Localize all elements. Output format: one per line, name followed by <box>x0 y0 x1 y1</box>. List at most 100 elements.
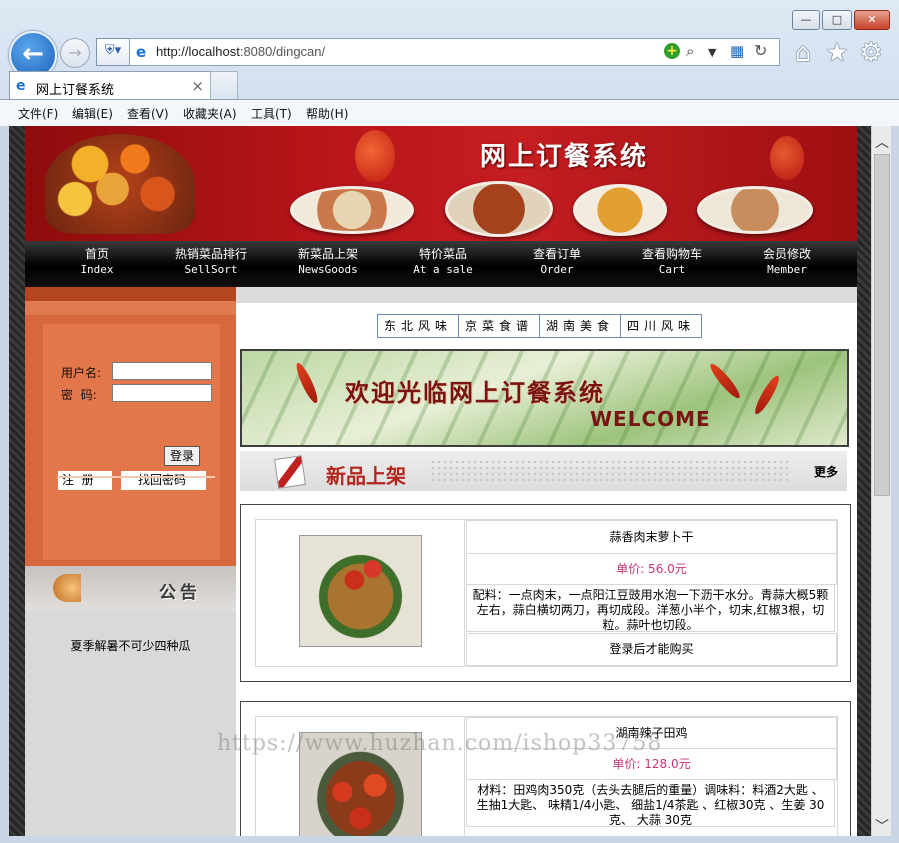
nav-index[interactable]: 首页 Index <box>77 247 117 277</box>
menu-view[interactable]: 查看(V) <box>127 105 169 122</box>
chili-image <box>293 360 321 406</box>
tab-current[interactable]: e 网上订餐系统 × <box>9 71 211 100</box>
chili-image <box>707 360 743 402</box>
top-strip <box>236 287 857 303</box>
arrow-left-icon: ← <box>22 39 44 69</box>
nav-label-cn: 热销菜品排行 <box>174 247 247 261</box>
buy-after-login[interactable]: 登录后才能购买 <box>466 633 837 666</box>
product-card: 蒜香肉末萝卜干 单价: 56.0元 配料：一点肉末，一点阳江豆豉用水泡一下沥干水… <box>240 504 851 682</box>
menu-tools[interactable]: 工具(T) <box>251 105 292 122</box>
search-icon[interactable]: ⌕ <box>686 43 694 59</box>
nav-label-cn: 首页 <box>84 247 109 261</box>
nav-label-en: SellSort <box>184 263 238 276</box>
arrow-right-icon: → <box>68 43 82 62</box>
dish-image <box>445 181 553 237</box>
url-text[interactable]: http://localhost:8080/dingcan/ <box>156 44 325 59</box>
dish-image <box>573 184 667 236</box>
gear-icon[interactable]: ⚙ <box>856 38 886 68</box>
username-label: 用户名: <box>61 366 102 380</box>
menu-file[interactable]: 文件(F) <box>18 105 58 122</box>
chevron-up-icon[interactable]: ︿ <box>875 132 889 152</box>
menu-favorites[interactable]: 收藏夹(A) <box>183 105 237 122</box>
product-image-cell <box>256 520 465 666</box>
menu-help[interactable]: 帮助(H) <box>306 105 348 122</box>
forward-button[interactable]: → <box>60 38 90 68</box>
flower-arrangement-image <box>45 134 195 234</box>
nav-label-en: NewsGoods <box>298 263 358 276</box>
nav-sellsort[interactable]: 热销菜品排行 SellSort <box>167 247 255 277</box>
more-link[interactable]: 更多 <box>814 463 838 480</box>
register-button[interactable]: 注 册 <box>58 471 112 490</box>
category-sichuan[interactable]: 四川风味 <box>621 315 701 337</box>
lantern-image <box>770 136 804 180</box>
tab-title: 网上订餐系统 <box>36 83 115 98</box>
nav-order[interactable]: 查看订单 Order <box>527 247 587 277</box>
section-header: 新品上架 更多 <box>240 451 847 491</box>
login-form: 用户名: 密 码: 登录 注 册 找回密码 <box>43 324 220 560</box>
nav-label-en: Member <box>767 263 807 276</box>
site-title: 网上订餐系统 <box>480 142 649 172</box>
newspaper-icon <box>274 455 306 489</box>
lantern-image <box>355 130 395 182</box>
compatibility-view-icon[interactable]: ▦ <box>730 43 744 59</box>
password-input[interactable] <box>112 384 212 402</box>
nav-label-en: Cart <box>658 263 686 276</box>
speaker-icon <box>53 574 81 602</box>
welcome-subtitle: WELCOME <box>590 407 711 431</box>
nav-label-en: Order <box>540 263 574 276</box>
add-favorite-icon[interactable]: + <box>664 43 680 59</box>
forgot-password-button[interactable]: 找回密码 <box>121 471 206 490</box>
nav-newsgoods[interactable]: 新菜品上架 NewsGoods <box>293 247 363 277</box>
minimize-button[interactable]: — <box>792 10 820 30</box>
left-sidebar: 用户名: 密 码: 登录 注 册 找回密码 公告 夏季解暑不可少四种瓜 <box>25 287 236 836</box>
chevron-down-icon[interactable]: ﹀ <box>875 816 889 836</box>
new-tab-button[interactable] <box>210 71 238 100</box>
product-name[interactable]: 蒜香肉末萝卜干 <box>466 520 837 554</box>
section-title: 新品上架 <box>326 464 406 488</box>
nav-cart[interactable]: 查看购物车 Cart <box>635 247 709 277</box>
window-frame-bottom <box>0 836 899 843</box>
login-panel: 用户名: 密 码: 登录 注 册 找回密码 <box>25 287 236 567</box>
address-bar[interactable]: e http://localhost:8080/dingcan/ + ⌕ ▼ ▦… <box>129 38 780 66</box>
ie-logo-icon: e <box>16 78 26 94</box>
shield-icon: ⛨▾ <box>104 43 122 58</box>
scrollbar-thumb[interactable] <box>874 154 890 496</box>
nav-label-en: At a sale <box>413 263 473 276</box>
welcome-banner: 欢迎光临网上订餐系统 WELCOME <box>240 349 849 447</box>
category-hunan[interactable]: 湖南美食 <box>540 315 622 337</box>
watermark: https://www.huzhan.com/ishop33758 <box>217 731 663 756</box>
login-button[interactable]: 登录 <box>164 446 200 466</box>
security-shield-button[interactable]: ⛨▾ <box>96 38 130 66</box>
menu-bar: 文件(F) 编辑(E) 查看(V) 收藏夹(A) 工具(T) 帮助(H) <box>0 99 899 128</box>
nav-label-cn: 会员修改 <box>762 247 811 261</box>
menu-edit[interactable]: 编辑(E) <box>72 105 113 122</box>
welcome-title: 欢迎光临网上订餐系统 <box>345 379 605 407</box>
close-icon[interactable]: × <box>191 77 204 95</box>
username-input[interactable] <box>112 362 212 380</box>
divider <box>57 476 215 478</box>
home-icon[interactable]: ⌂ <box>788 38 818 68</box>
product-description: 材料：田鸡肉350克（去头去腿后的重量）调味料：料酒2大匙 、 生抽1大匙、 味… <box>466 779 835 827</box>
nav-label-cn: 新菜品上架 <box>297 247 358 261</box>
url-host: http://localhost <box>156 44 240 59</box>
nav-member[interactable]: 会员修改 Member <box>757 247 817 277</box>
notice-item[interactable]: 夏季解暑不可少四种瓜 <box>25 637 236 654</box>
page-viewport: 网上订餐系统 首页 Index 热销菜品排行 SellSort 新菜品上架 Ne… <box>9 126 871 836</box>
window-frame-left <box>0 126 9 843</box>
category-jingcai[interactable]: 京菜食谱 <box>459 315 541 337</box>
close-window-button[interactable]: ✕ <box>854 10 890 30</box>
favorites-star-icon[interactable]: ★ <box>822 38 852 68</box>
category-dongbei[interactable]: 东北风味 <box>378 315 460 337</box>
chevron-down-icon[interactable]: ▼ <box>708 45 716 61</box>
refresh-icon[interactable]: ↻ <box>754 43 767 59</box>
product-image[interactable] <box>299 535 422 647</box>
nav-label-cn: 查看订单 <box>532 247 581 261</box>
nav-sale[interactable]: 特价菜品 At a sale <box>408 247 478 277</box>
product-card: 湖南辣子田鸡 单价: 128.0元 材料：田鸡肉350克（去头去腿后的重量）调味… <box>240 701 851 836</box>
vertical-scrollbar[interactable]: ︿ ﹀ <box>871 126 891 836</box>
notice-header: 公告 <box>25 566 236 611</box>
maximize-button[interactable]: □ <box>822 10 852 30</box>
dish-image <box>697 186 813 234</box>
product-price: 单价: 56.0元 <box>466 553 837 585</box>
nav-label-cn: 查看购物车 <box>641 247 702 261</box>
